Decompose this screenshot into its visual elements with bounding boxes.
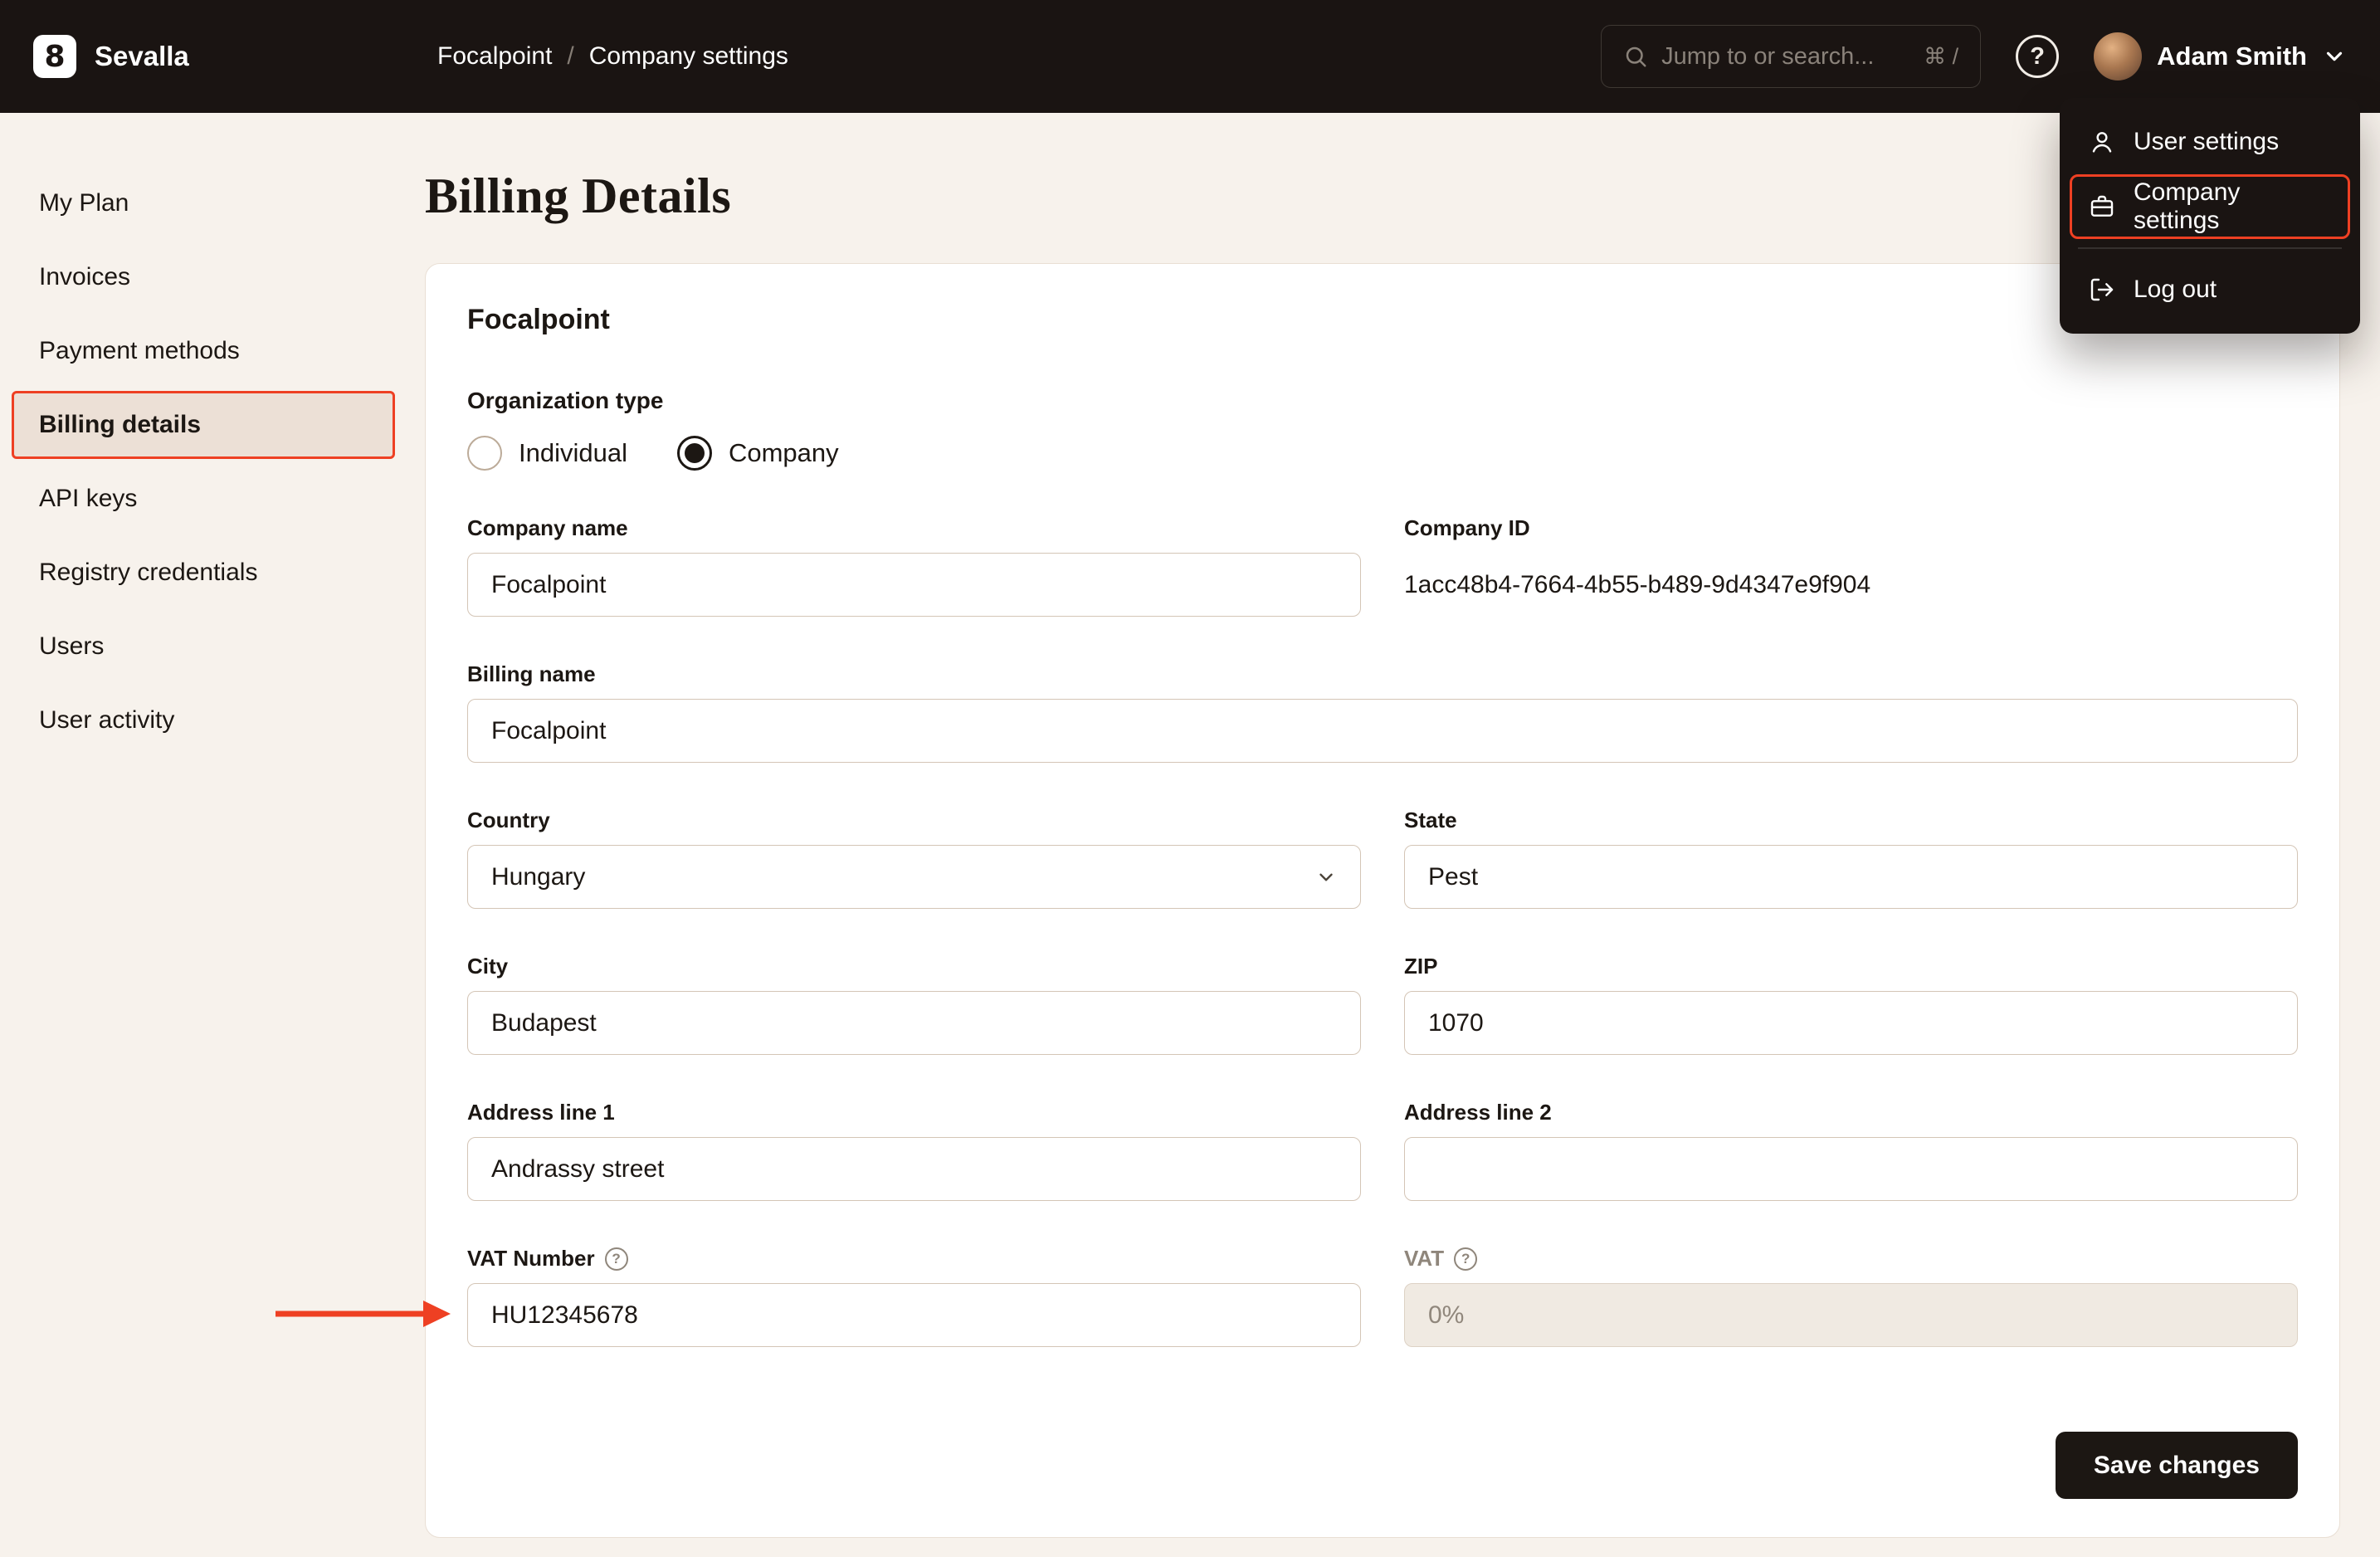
country-value: Hungary: [491, 862, 586, 891]
vat-label-text: VAT: [1404, 1246, 1445, 1271]
radio-label: Company: [728, 438, 839, 467]
organization-type-group: Individual Company: [467, 436, 2298, 471]
address-line-2-input[interactable]: [1404, 1137, 2298, 1201]
search-icon: [1626, 46, 1646, 67]
search-shortcut: ⌘ /: [1924, 43, 1959, 69]
brand: 8 Sevalla: [33, 35, 437, 78]
breadcrumb-page: Company settings: [588, 42, 788, 70]
avatar: [2094, 32, 2143, 81]
field-zip: ZIP: [1404, 954, 2298, 1055]
field-company-id: Company ID 1acc48b4-7664-4b55-b489-9d434…: [1404, 515, 2298, 617]
radio-circle-icon[interactable]: [676, 436, 712, 471]
card-footer: Save changes: [467, 1432, 2298, 1499]
menu-item-label: Company settings: [2134, 178, 2241, 234]
field-address-line-1: Address line 1: [467, 1100, 1361, 1201]
page-title: Billing Details: [425, 168, 732, 223]
menu-item-label: User settings: [2134, 128, 2280, 155]
breadcrumb-separator: /: [567, 42, 574, 70]
country-select[interactable]: Hungary: [467, 845, 1361, 909]
logout-icon: [2090, 278, 2114, 300]
radio-individual[interactable]: Individual: [467, 436, 627, 471]
field-vat: VAT ?: [1404, 1246, 2298, 1347]
global-search[interactable]: ⌘ /: [1601, 25, 1982, 88]
field-billing-name: Billing name: [467, 661, 2298, 763]
topbar-right: ⌘ / ? Adam Smith: [1601, 25, 2347, 88]
breadcrumb-project[interactable]: Focalpoint: [437, 42, 552, 71]
billing-details-card: Focalpoint Organization type Individual …: [425, 263, 2340, 1538]
sidebar-item-api-keys[interactable]: API keys: [12, 465, 395, 533]
state-input[interactable]: [1404, 845, 2298, 909]
help-circle-icon[interactable]: ?: [1454, 1247, 1478, 1271]
billing-form: Company name Company ID 1acc48b4-7664-4b…: [467, 471, 2298, 1347]
company-id-label: Company ID: [1404, 515, 1530, 540]
sidebar-item-billing-details[interactable]: Billing details: [12, 391, 395, 459]
company-name-label: Company name: [467, 515, 628, 540]
sidebar: My Plan Invoices Payment methods Billing…: [0, 113, 415, 1557]
logo-glyph: 8: [44, 39, 66, 74]
user-dropdown-menu: User settings Company settings Log out: [2060, 98, 2360, 334]
zip-label: ZIP: [1404, 954, 1438, 979]
vat-number-label: VAT Number ?: [467, 1246, 1361, 1271]
sidebar-item-invoices[interactable]: Invoices: [12, 243, 395, 311]
chevron-down-icon: [2326, 51, 2343, 61]
briefcase-icon: [2090, 195, 2114, 217]
country-label: Country: [467, 808, 550, 832]
vat-label: VAT ?: [1404, 1246, 2298, 1271]
help-glyph: ?: [1461, 1250, 1470, 1267]
sidebar-item-registry-credentials[interactable]: Registry credentials: [12, 539, 395, 607]
topbar: 8 Sevalla Focalpoint / Company settings …: [0, 0, 2380, 113]
field-country: Country Hungary: [467, 808, 1361, 909]
menu-item-company-settings[interactable]: Company settings: [2070, 174, 2350, 239]
chevron-down-icon: [1319, 873, 1333, 881]
brand-name: Sevalla: [95, 41, 189, 71]
user-menu-trigger[interactable]: Adam Smith: [2094, 32, 2347, 81]
help-glyph: ?: [2030, 42, 2045, 70]
search-input[interactable]: [1661, 42, 1911, 71]
company-heading: Focalpoint: [467, 304, 610, 335]
field-vat-number: VAT Number ?: [467, 1246, 1361, 1347]
radio-label: Individual: [519, 438, 627, 467]
radio-company[interactable]: Company: [676, 436, 839, 471]
vat-number-input[interactable]: [467, 1283, 1361, 1347]
sidebar-item-users[interactable]: Users: [12, 613, 395, 681]
field-city: City: [467, 954, 1361, 1055]
menu-divider: [2078, 247, 2342, 249]
sidebar-item-my-plan[interactable]: My Plan: [12, 169, 395, 237]
company-id-value: 1acc48b4-7664-4b55-b489-9d4347e9f904: [1404, 570, 1871, 598]
address-line-1-label: Address line 1: [467, 1100, 615, 1125]
sevalla-logo-icon[interactable]: 8: [33, 35, 76, 78]
zip-input[interactable]: [1404, 991, 2298, 1055]
address-line-1-input[interactable]: [467, 1137, 1361, 1201]
organization-type-label: Organization type: [467, 388, 664, 413]
address-line-2-label: Address line 2: [1404, 1100, 1552, 1125]
company-name-input[interactable]: [467, 553, 1361, 617]
billing-name-input[interactable]: [467, 699, 2298, 763]
radio-circle-icon[interactable]: [467, 436, 502, 471]
field-state: State: [1404, 808, 2298, 909]
menu-item-log-out[interactable]: Log out: [2070, 257, 2350, 322]
menu-item-user-settings[interactable]: User settings: [2070, 110, 2350, 174]
billing-name-label: Billing name: [467, 661, 596, 686]
field-company-name: Company name: [467, 515, 1361, 617]
city-input[interactable]: [467, 991, 1361, 1055]
city-label: City: [467, 954, 509, 979]
vat-number-label-text: VAT Number: [467, 1246, 595, 1271]
user-icon: [2092, 132, 2112, 153]
annotation-arrow: [276, 1301, 451, 1327]
save-changes-button[interactable]: Save changes: [2055, 1432, 2298, 1499]
help-glyph: ?: [612, 1250, 621, 1267]
help-circle-icon[interactable]: ?: [604, 1247, 628, 1271]
help-button[interactable]: ?: [2016, 35, 2060, 78]
state-label: State: [1404, 808, 1457, 832]
breadcrumb: Focalpoint / Company settings: [437, 42, 788, 71]
field-address-line-2: Address line 2: [1404, 1100, 2298, 1201]
menu-item-label: Log out: [2134, 275, 2217, 303]
user-name: Adam Smith: [2157, 41, 2307, 71]
sidebar-item-payment-methods[interactable]: Payment methods: [12, 317, 395, 385]
vat-input: [1404, 1283, 2298, 1347]
sidebar-item-user-activity[interactable]: User activity: [12, 686, 395, 754]
